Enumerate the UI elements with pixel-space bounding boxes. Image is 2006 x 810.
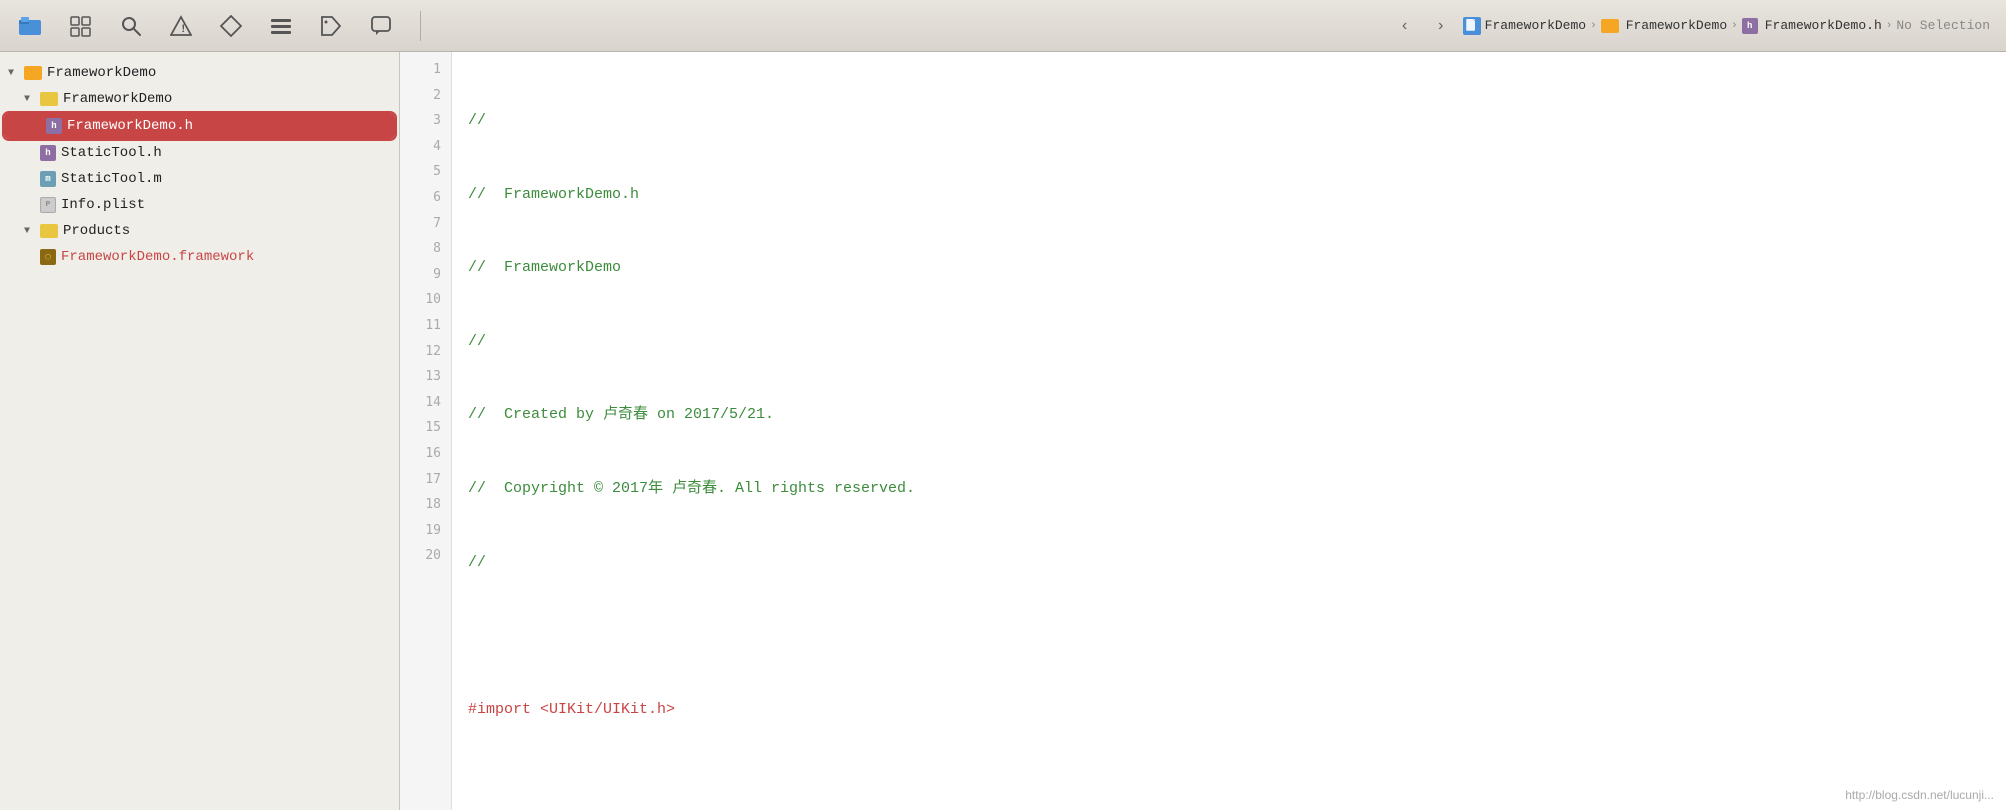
line-num-12: 12 [400,342,451,368]
toolbar-separator [420,11,421,41]
line-num-19: 19 [400,521,451,547]
folder-icon[interactable] [16,11,46,41]
toggle-framework-group[interactable] [24,94,38,105]
sidebar-item-root[interactable]: FrameworkDemo [0,60,399,86]
line-num-11: 11 [400,316,451,342]
h-icon-statictool: h [40,145,56,161]
chat-icon[interactable] [366,11,396,41]
sidebar-label-root: FrameworkDemo [47,65,156,81]
search-icon[interactable] [116,11,146,41]
line-num-13: 13 [400,367,451,393]
folder-icon-root [24,66,42,80]
breadcrumb-sep-3: › [1886,20,1893,32]
warning-icon[interactable]: ! [166,11,196,41]
h-icon-frameworkdemo: h [46,118,62,134]
breadcrumb-folder-icon [1601,19,1619,33]
diamond-icon[interactable] [216,11,246,41]
list-icon[interactable] [266,11,296,41]
framework-icon: ⬡ [40,249,56,265]
grid-icon[interactable] [66,11,96,41]
breadcrumb-doc-icon [1463,17,1481,35]
code-line-7: // [468,550,1990,576]
line-num-4: 4 [400,137,451,163]
code-editor: 1 2 3 4 5 6 7 8 9 10 11 12 13 14 15 16 1… [400,52,2006,810]
tag-icon[interactable] [316,11,346,41]
sidebar-label-statictool-h: StaticTool.h [61,145,162,161]
line-num-5: 5 [400,162,451,188]
breadcrumb-label-2: FrameworkDemo [1626,18,1727,33]
line-num-6: 6 [400,188,451,214]
breadcrumb-label-3: FrameworkDemo.h [1765,18,1882,33]
sidebar-item-frameworkdemo-h[interactable]: h FrameworkDemo.h [4,113,395,139]
breadcrumb-item-1[interactable]: FrameworkDemo [1463,17,1586,35]
code-line-10 [468,770,1990,796]
line-num-14: 14 [400,393,451,419]
line-num-15: 15 [400,418,451,444]
sidebar-label-framework-group: FrameworkDemo [63,91,172,107]
folder-icon-products [40,224,58,238]
file-navigator: FrameworkDemo FrameworkDemo h FrameworkD… [0,52,400,810]
nav-breadcrumb-area: ‹ › FrameworkDemo › FrameworkDemo › h Fr… [1391,12,1990,40]
line-numbers: 1 2 3 4 5 6 7 8 9 10 11 12 13 14 15 16 1… [400,52,452,810]
line-num-3: 3 [400,111,451,137]
breadcrumb-item-3[interactable]: h FrameworkDemo.h [1742,18,1882,34]
m-icon-statictool: m [40,171,56,187]
sidebar-item-infoplist[interactable]: P Info.plist [0,192,399,218]
nav-forward-button[interactable]: › [1427,12,1455,40]
breadcrumb-sep-1: › [1590,20,1597,32]
breadcrumb-sep-2: › [1731,20,1738,32]
line-num-10: 10 [400,290,451,316]
code-line-2: // FrameworkDemo.h [468,182,1990,208]
folder-icon-framework-group [40,92,58,106]
plist-icon: P [40,197,56,213]
toggle-root[interactable] [8,68,22,79]
line-num-9: 9 [400,265,451,291]
toolbar: ! ‹ › FrameworkDemo › FrameworkDemo [0,0,2006,52]
sidebar-label-statictool-m: StaticTool.m [61,171,162,187]
code-area: 1 2 3 4 5 6 7 8 9 10 11 12 13 14 15 16 1… [400,52,2006,810]
breadcrumb-label-4: No Selection [1896,18,1990,33]
code-line-5: // Created by 卢奇春 on 2017/5/21. [468,402,1990,428]
main-area: FrameworkDemo FrameworkDemo h FrameworkD… [0,52,2006,810]
code-content[interactable]: // // FrameworkDemo.h // FrameworkDemo /… [452,52,2006,810]
breadcrumb-label-1: FrameworkDemo [1485,18,1586,33]
breadcrumb-h-icon: h [1742,18,1758,34]
sidebar-label-framework-fw: FrameworkDemo.framework [61,249,254,265]
watermark: http://blog.csdn.net/lucunji... [1845,788,1994,802]
code-line-1: // [468,108,1990,134]
code-line-3: // FrameworkDemo [468,255,1990,281]
code-line-6: // Copyright © 2017年 卢奇春. All rights res… [468,476,1990,502]
code-line-4: // [468,329,1990,355]
sidebar-item-framework-fw[interactable]: ⬡ FrameworkDemo.framework [0,244,399,270]
line-num-17: 17 [400,470,451,496]
sidebar-item-framework-group[interactable]: FrameworkDemo [0,86,399,112]
sidebar-label-products: Products [63,223,130,239]
line-num-1: 1 [400,60,451,86]
breadcrumb-item-4[interactable]: No Selection [1896,18,1990,33]
breadcrumb: FrameworkDemo › FrameworkDemo › h Framew… [1463,17,1990,35]
sidebar-label-frameworkdemo-h: FrameworkDemo.h [67,118,193,134]
line-num-7: 7 [400,214,451,240]
code-line-9: #import <UIKit/UIKit.h> [468,697,1990,723]
toggle-products[interactable] [24,226,38,237]
line-num-2: 2 [400,86,451,112]
line-num-8: 8 [400,239,451,265]
nav-back-button[interactable]: ‹ [1391,12,1419,40]
line-num-20: 20 [400,546,451,572]
sidebar-label-infoplist: Info.plist [61,197,145,213]
svg-text:!: ! [180,24,187,36]
sidebar-item-products[interactable]: Products [0,218,399,244]
code-line-8 [468,623,1990,649]
line-num-18: 18 [400,495,451,521]
sidebar-item-statictool-h[interactable]: h StaticTool.h [0,140,399,166]
line-num-16: 16 [400,444,451,470]
breadcrumb-item-2[interactable]: FrameworkDemo [1601,18,1727,33]
sidebar-item-statictool-m[interactable]: m StaticTool.m [0,166,399,192]
